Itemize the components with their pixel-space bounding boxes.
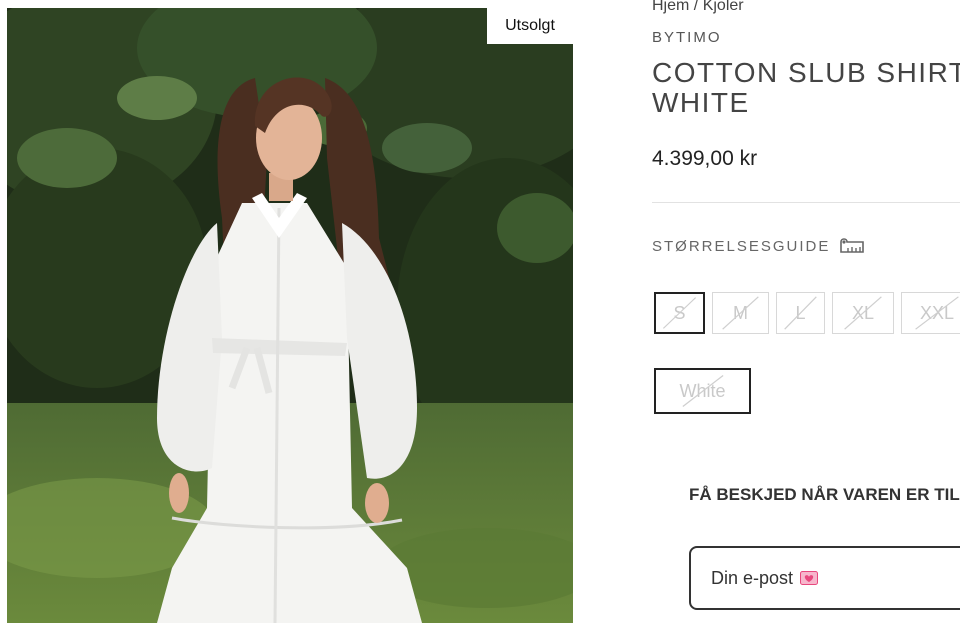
notify-heading: FÅ BESKJED NÅR VAREN ER TIL — [689, 485, 960, 504]
sold-out-badge: Utsolgt — [487, 8, 573, 44]
email-field[interactable]: Din e-post — [689, 546, 960, 610]
size-guide-label: STØRRELSESGUIDE — [652, 237, 831, 255]
size-option-s[interactable]: S — [654, 292, 705, 334]
size-option-l[interactable]: L — [776, 292, 825, 334]
size-option-m[interactable]: M — [712, 292, 769, 334]
breadcrumb: Hjem / Kjoler — [652, 0, 744, 15]
unavailable-strike-icon — [915, 296, 959, 330]
unavailable-strike-icon — [662, 297, 697, 329]
color-option-white[interactable]: White — [654, 368, 751, 414]
ruler-icon — [840, 238, 865, 253]
unavailable-strike-icon — [844, 296, 882, 330]
product-price: 4.399,00 kr — [652, 147, 758, 170]
divider — [652, 202, 960, 203]
size-selector: S M L XL XXL — [654, 292, 960, 334]
size-option-xxl[interactable]: XXL — [901, 292, 960, 334]
heart-letter-icon — [800, 571, 819, 585]
size-guide-link[interactable]: STØRRELSESGUIDE — [652, 236, 866, 256]
product-image[interactable] — [7, 8, 573, 623]
breadcrumb-home-link[interactable]: Hjem — [652, 0, 689, 14]
product-brand[interactable]: BYTIMO — [652, 29, 722, 46]
breadcrumb-category-link[interactable]: Kjoler — [703, 0, 744, 14]
unavailable-strike-icon — [722, 296, 759, 330]
email-placeholder: Din e-post — [711, 567, 794, 588]
unavailable-strike-icon — [784, 296, 817, 330]
breadcrumb-separator: / — [693, 0, 699, 14]
unavailable-strike-icon — [682, 375, 724, 407]
size-option-xl[interactable]: XL — [832, 292, 894, 334]
product-title: COTTON SLUB SHIRT WHITE — [652, 57, 960, 118]
